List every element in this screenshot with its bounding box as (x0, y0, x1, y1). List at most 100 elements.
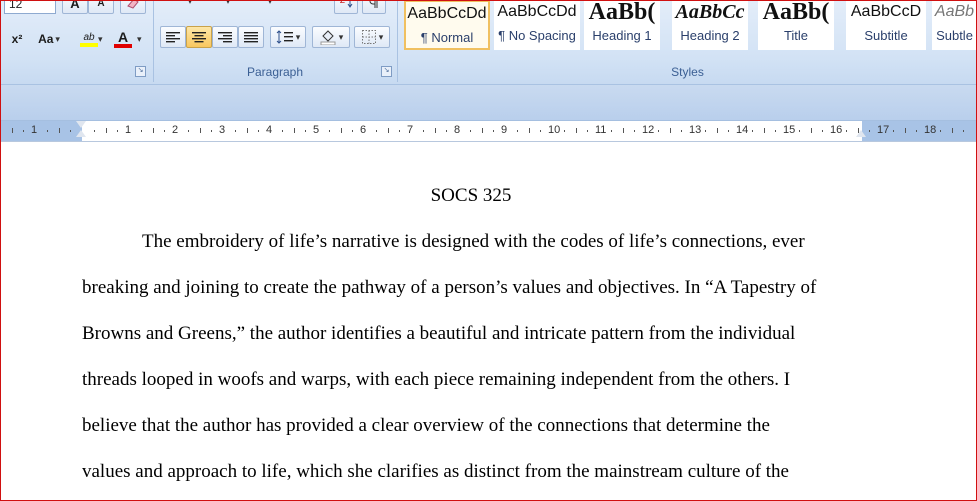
document-line: values and approach to life, which she c… (82, 461, 789, 482)
shrink-font-label: A (97, 0, 105, 9)
style-heading-2[interactable]: AaBbCc Heading 2 (672, 0, 748, 50)
ruler-tick (59, 128, 60, 133)
align-right-button[interactable] (212, 26, 238, 48)
document-line: believe that the author has provided a c… (82, 415, 770, 436)
ruler-tick (423, 130, 424, 132)
align-left-button[interactable] (160, 26, 186, 48)
ruler-number: 13 (689, 124, 702, 136)
ruler-tick (153, 128, 154, 133)
ruler-tick (517, 130, 518, 132)
clear-formatting-button[interactable] (120, 0, 146, 14)
paint-bucket-icon (320, 30, 336, 45)
ruler-tick (799, 130, 800, 132)
align-center-button[interactable] (186, 26, 212, 48)
ruler-tick (858, 128, 859, 133)
style-title[interactable]: AaBb( Title (758, 0, 834, 50)
superscript-button[interactable]: x² (4, 28, 30, 50)
pilcrow-icon (369, 0, 378, 8)
document-line: threads looped in woofs and warps, with … (82, 369, 791, 390)
styles-group-label: Styles (671, 65, 704, 79)
first-line-indent-marker[interactable] (76, 121, 86, 128)
ruler-number: 5 (313, 124, 320, 136)
line-spacing-icon (276, 30, 293, 44)
highlight-color-bar (80, 42, 98, 47)
font-dialog-launcher-icon[interactable]: ↘ (135, 66, 146, 77)
font-color-button[interactable]: A (110, 28, 136, 50)
document-page[interactable]: SOCS 325 The embroidery of life’s narrat… (0, 142, 977, 501)
style-name: Heading 2 (680, 28, 740, 43)
ruler-tick (869, 130, 870, 132)
ruler-number: 16 (830, 124, 843, 136)
style-heading-1[interactable]: AaBb( Heading 1 (584, 0, 660, 50)
ruler-tick (940, 130, 941, 132)
superscript-label: x² (11, 32, 23, 46)
font-size-box[interactable]: 12 (4, 0, 56, 14)
ruler-number: 6 (360, 124, 367, 136)
shading-button[interactable]: ▾ (312, 26, 350, 48)
grow-font-button[interactable]: A (62, 0, 88, 14)
ruler-number: 1 (31, 124, 38, 136)
borders-button[interactable]: ▾ (354, 26, 390, 48)
ruler-tick (811, 128, 812, 133)
style-sample: AaBb( (762, 0, 830, 25)
ruler-tick (752, 130, 753, 132)
ruler-tick (681, 130, 682, 132)
grow-font-label: A (70, 0, 80, 11)
ruler-number: 7 (407, 124, 414, 136)
style-normal[interactable]: AaBbCcDd ¶ Normal (404, 0, 490, 50)
shrink-font-button[interactable]: A (88, 0, 114, 14)
line-spacing-button[interactable]: ▾ (270, 26, 306, 48)
style-subtle-emphasis[interactable]: AaBb Subtle (932, 0, 977, 50)
ruler-number: 18 (924, 124, 937, 136)
ruler-tick (634, 130, 635, 132)
style-name: Heading 1 (592, 28, 652, 43)
align-right-icon (218, 32, 232, 43)
ruler-tick (670, 128, 671, 133)
ruler-tick (305, 130, 306, 132)
ruler-tick (564, 130, 565, 132)
font-color-bar (114, 44, 132, 48)
ruler-tick (388, 128, 389, 133)
show-hide-button[interactable] (362, 0, 386, 14)
ruler-tick (728, 130, 729, 132)
hanging-indent-marker[interactable] (76, 130, 86, 137)
justify-button[interactable] (238, 26, 264, 48)
eraser-icon (127, 0, 139, 9)
chevron-down-icon[interactable]: ▾ (137, 34, 142, 45)
paragraph-group: ▾ ▾ ▾ Z ▾ ▾ ▾ Paragraph ↘ (154, 0, 396, 82)
ruler-number: 11 (595, 124, 607, 136)
chevron-down-icon[interactable]: ▾ (98, 34, 103, 45)
numbering-button[interactable]: ▾ (198, 0, 234, 12)
ruler-tick (12, 128, 13, 133)
style-name: ¶ No Spacing (498, 28, 576, 43)
document-line: The embroidery of life’s narrative is de… (142, 231, 805, 252)
ruler-tick (952, 128, 953, 133)
paragraph-dialog-launcher-icon[interactable]: ↘ (381, 66, 392, 77)
highlight-label: ab (83, 31, 95, 43)
style-subtitle[interactable]: AaBbCcD Subtitle (846, 0, 926, 50)
ruler-tick (576, 128, 577, 133)
ruler-tick (623, 128, 624, 133)
bullets-button[interactable]: ▾ (160, 0, 196, 12)
border-icon (361, 30, 376, 44)
align-center-icon (192, 32, 206, 43)
ruler-tick (70, 130, 71, 132)
ruler-tick (905, 128, 906, 133)
ruler-tick (775, 130, 776, 132)
ruler-tick (529, 128, 530, 133)
ribbon-gap (0, 85, 977, 121)
multilevel-list-button[interactable]: ▾ (240, 0, 276, 12)
style-name: Title (783, 28, 809, 43)
ruler-number: 14 (736, 124, 749, 136)
ruler-number: 17 (877, 124, 890, 136)
ruler-tick (376, 130, 377, 132)
ruler-tick (47, 130, 48, 132)
sort-button[interactable]: Z (334, 0, 358, 14)
horizontal-ruler[interactable]: 1 1 2 3 4 5 6 7 8 9 10 11 12 13 14 15 16 17 18 (0, 121, 977, 142)
change-case-label: Aa (38, 32, 54, 46)
ruler-number: 9 (501, 124, 508, 136)
ruler-tick (916, 130, 917, 132)
change-case-button[interactable]: Aa ▾ (32, 28, 66, 50)
ruler-tick (482, 128, 483, 133)
style-no-spacing[interactable]: AaBbCcDd ¶ No Spacing (494, 0, 580, 50)
